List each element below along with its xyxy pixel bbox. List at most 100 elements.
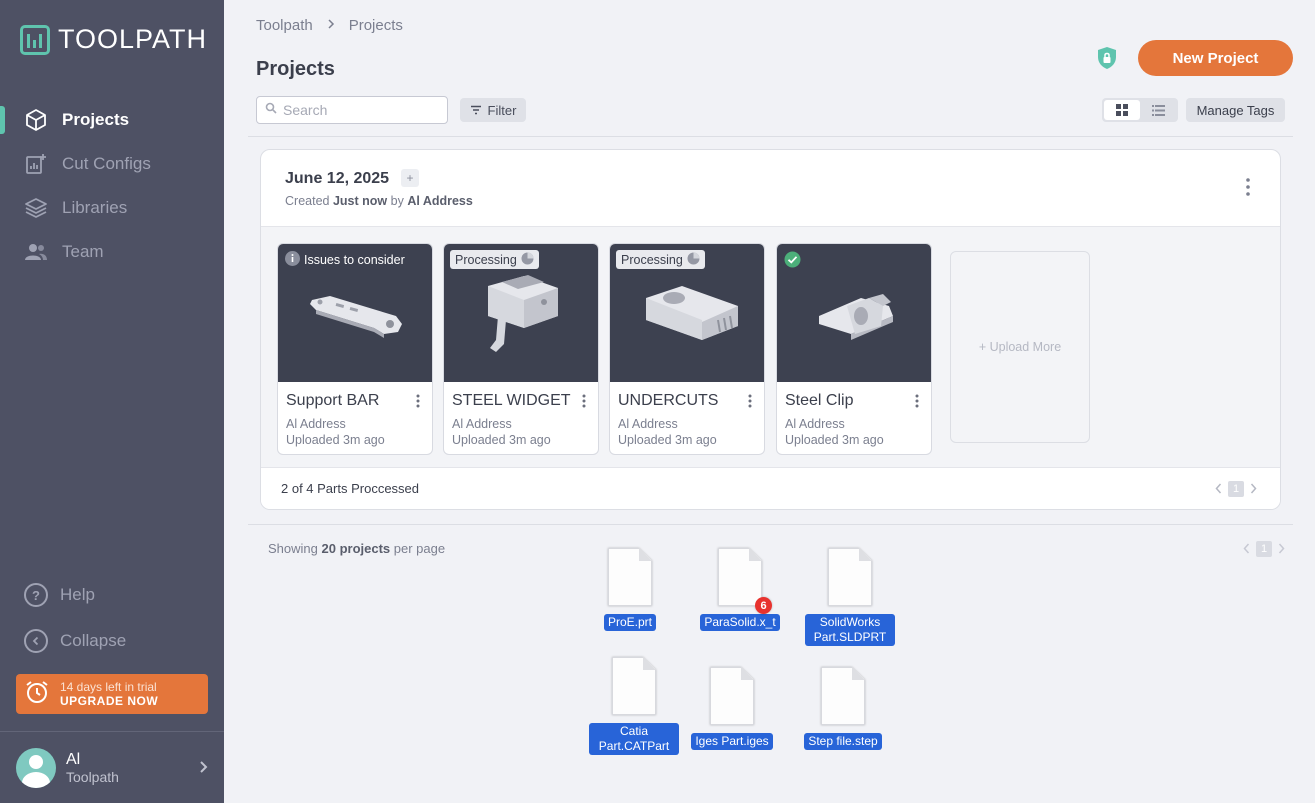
part-owner: Al Address bbox=[618, 417, 678, 431]
project-footer: 2 of 4 Parts Proccessed 1 bbox=[261, 467, 1280, 509]
search-icon bbox=[265, 101, 277, 119]
chevron-right-icon[interactable] bbox=[1250, 481, 1257, 497]
new-project-button[interactable]: New Project bbox=[1138, 40, 1293, 76]
avatar bbox=[16, 747, 56, 788]
sidebar-item-label: Team bbox=[62, 242, 104, 261]
file-label: Iges Part.iges bbox=[691, 733, 773, 750]
check-circle-icon bbox=[784, 251, 801, 273]
project-date[interactable]: June 12, 2025 bbox=[285, 170, 389, 188]
document-icon bbox=[710, 667, 754, 725]
trial-days-left: 14 days left in trial bbox=[60, 680, 157, 694]
project-meta: Created Just now by Al Address bbox=[285, 194, 473, 208]
chevron-right-icon bbox=[198, 758, 208, 779]
file-label: ParaSolid.x_t bbox=[700, 614, 780, 631]
info-icon bbox=[285, 250, 300, 269]
part-uploaded: Uploaded 3m ago bbox=[452, 433, 551, 447]
filter-button[interactable]: Filter bbox=[460, 98, 526, 122]
sidebar: TOOLPATH Projects Cut Configs Libraries … bbox=[0, 0, 224, 803]
breadcrumb-projects[interactable]: Projects bbox=[349, 17, 403, 34]
toolpath-logo[interactable]: TOOLPATH bbox=[20, 24, 207, 55]
part-card[interactable]: Issues to consider Support BAR Al Addres… bbox=[277, 243, 433, 455]
part-owner: Al Address bbox=[452, 417, 512, 431]
part-name: Steel Clip bbox=[785, 392, 854, 409]
user-profile[interactable]: Al Toolpath bbox=[0, 731, 224, 803]
sidebar-item-team[interactable]: Team bbox=[0, 230, 224, 274]
part-menu-icon[interactable] bbox=[915, 394, 919, 413]
project-pager: 1 bbox=[1215, 481, 1257, 497]
part-thumbnail: Issues to consider bbox=[278, 244, 432, 382]
count-badge: 6 bbox=[755, 597, 772, 614]
file-iges[interactable]: Iges Part.iges bbox=[682, 667, 782, 750]
part-owner: Al Address bbox=[785, 417, 845, 431]
alarm-clock-icon bbox=[24, 679, 50, 710]
file-label: SolidWorks Part.SLDPRT bbox=[805, 614, 895, 646]
grid-view-icon[interactable] bbox=[1104, 100, 1140, 120]
chevron-left-icon bbox=[24, 629, 48, 653]
part-menu-icon[interactable] bbox=[748, 394, 752, 413]
sidebar-item-projects[interactable]: Projects bbox=[0, 98, 224, 142]
parts-grid: Issues to consider Support BAR Al Addres… bbox=[261, 227, 1280, 467]
part-card[interactable]: Processing STEEL WIDGET Al Address Uploa… bbox=[443, 243, 599, 455]
sidebar-item-label: Libraries bbox=[62, 198, 128, 217]
part-menu-icon[interactable] bbox=[582, 394, 586, 413]
project-menu-icon[interactable] bbox=[1246, 178, 1250, 201]
page-number[interactable]: 1 bbox=[1228, 481, 1244, 497]
search-box[interactable] bbox=[256, 96, 448, 124]
collapse-link[interactable]: Collapse bbox=[0, 618, 224, 664]
file-label: ProE.prt bbox=[603, 614, 656, 631]
status-badge: Processing bbox=[616, 250, 705, 269]
collapse-label: Collapse bbox=[60, 631, 127, 650]
toolbar-divider bbox=[248, 136, 1293, 137]
sidebar-item-label: Cut Configs bbox=[62, 154, 151, 173]
file-solidworks[interactable]: SolidWorks Part.SLDPRT bbox=[800, 548, 900, 646]
sidebar-nav: Projects Cut Configs Libraries Team bbox=[0, 98, 224, 274]
view-toggle bbox=[1102, 98, 1178, 122]
sidebar-item-cut-configs[interactable]: Cut Configs bbox=[0, 142, 224, 186]
part-owner: Al Address bbox=[286, 417, 346, 431]
file-catia[interactable]: Catia Part.CATPart bbox=[584, 657, 684, 755]
help-label: Help bbox=[60, 585, 95, 604]
list-divider bbox=[248, 524, 1293, 525]
chevron-left-icon[interactable] bbox=[1215, 481, 1222, 497]
page-size-info: Showing 20 projects per page bbox=[268, 541, 446, 556]
file-proe[interactable]: ProE.prt bbox=[580, 548, 680, 631]
parts-processed-status: 2 of 4 Parts Proccessed bbox=[281, 481, 420, 496]
sidebar-item-libraries[interactable]: Libraries bbox=[0, 186, 224, 230]
layers-icon bbox=[24, 196, 48, 220]
part-card[interactable]: Processing UNDERCUTS Al Address Uploaded… bbox=[609, 243, 765, 455]
part-uploaded: Uploaded 3m ago bbox=[286, 433, 385, 447]
sidebar-bottom-links: ? Help Collapse bbox=[0, 572, 224, 664]
upload-more-button[interactable]: + Upload More bbox=[950, 251, 1090, 443]
part-thumbnail: Processing bbox=[444, 244, 598, 382]
cut-config-icon bbox=[24, 152, 48, 176]
chevron-right-icon[interactable] bbox=[1278, 541, 1285, 557]
upgrade-now-label: UPGRADE NOW bbox=[60, 694, 159, 708]
part-name: STEEL WIDGET bbox=[452, 392, 571, 409]
part-card[interactable]: Steel Clip Al Address Uploaded 3m ago bbox=[776, 243, 932, 455]
help-link[interactable]: ? Help bbox=[0, 572, 224, 618]
search-input[interactable] bbox=[283, 102, 433, 118]
list-view-icon[interactable] bbox=[1140, 100, 1176, 120]
part-uploaded: Uploaded 3m ago bbox=[618, 433, 717, 447]
manage-tags-button[interactable]: Manage Tags bbox=[1186, 98, 1285, 122]
filter-label: Filter bbox=[487, 102, 517, 118]
page-title: Projects bbox=[256, 58, 335, 80]
breadcrumb: Toolpath Projects bbox=[256, 17, 403, 34]
part-name: UNDERCUTS bbox=[618, 392, 719, 409]
breadcrumb-toolpath[interactable]: Toolpath bbox=[256, 17, 313, 34]
page-number[interactable]: 1 bbox=[1256, 541, 1272, 557]
document-icon bbox=[821, 667, 865, 725]
file-parasolid[interactable]: 6 ParaSolid.x_t bbox=[690, 548, 790, 631]
part-thumbnail: Processing bbox=[610, 244, 764, 382]
logo-text: TOOLPATH bbox=[58, 24, 208, 54]
cube-icon bbox=[24, 108, 48, 132]
file-step[interactable]: Step file.step bbox=[793, 667, 893, 750]
upgrade-trial-banner[interactable]: 14 days left in trial UPGRADE NOW bbox=[16, 674, 208, 714]
document-icon bbox=[828, 548, 872, 606]
part-thumbnail bbox=[777, 244, 931, 382]
user-name: Al bbox=[66, 750, 81, 768]
shield-lock-icon[interactable] bbox=[1096, 46, 1118, 75]
chevron-left-icon[interactable] bbox=[1243, 541, 1250, 557]
add-tag-button[interactable]: + bbox=[401, 169, 419, 187]
part-menu-icon[interactable] bbox=[416, 394, 420, 413]
